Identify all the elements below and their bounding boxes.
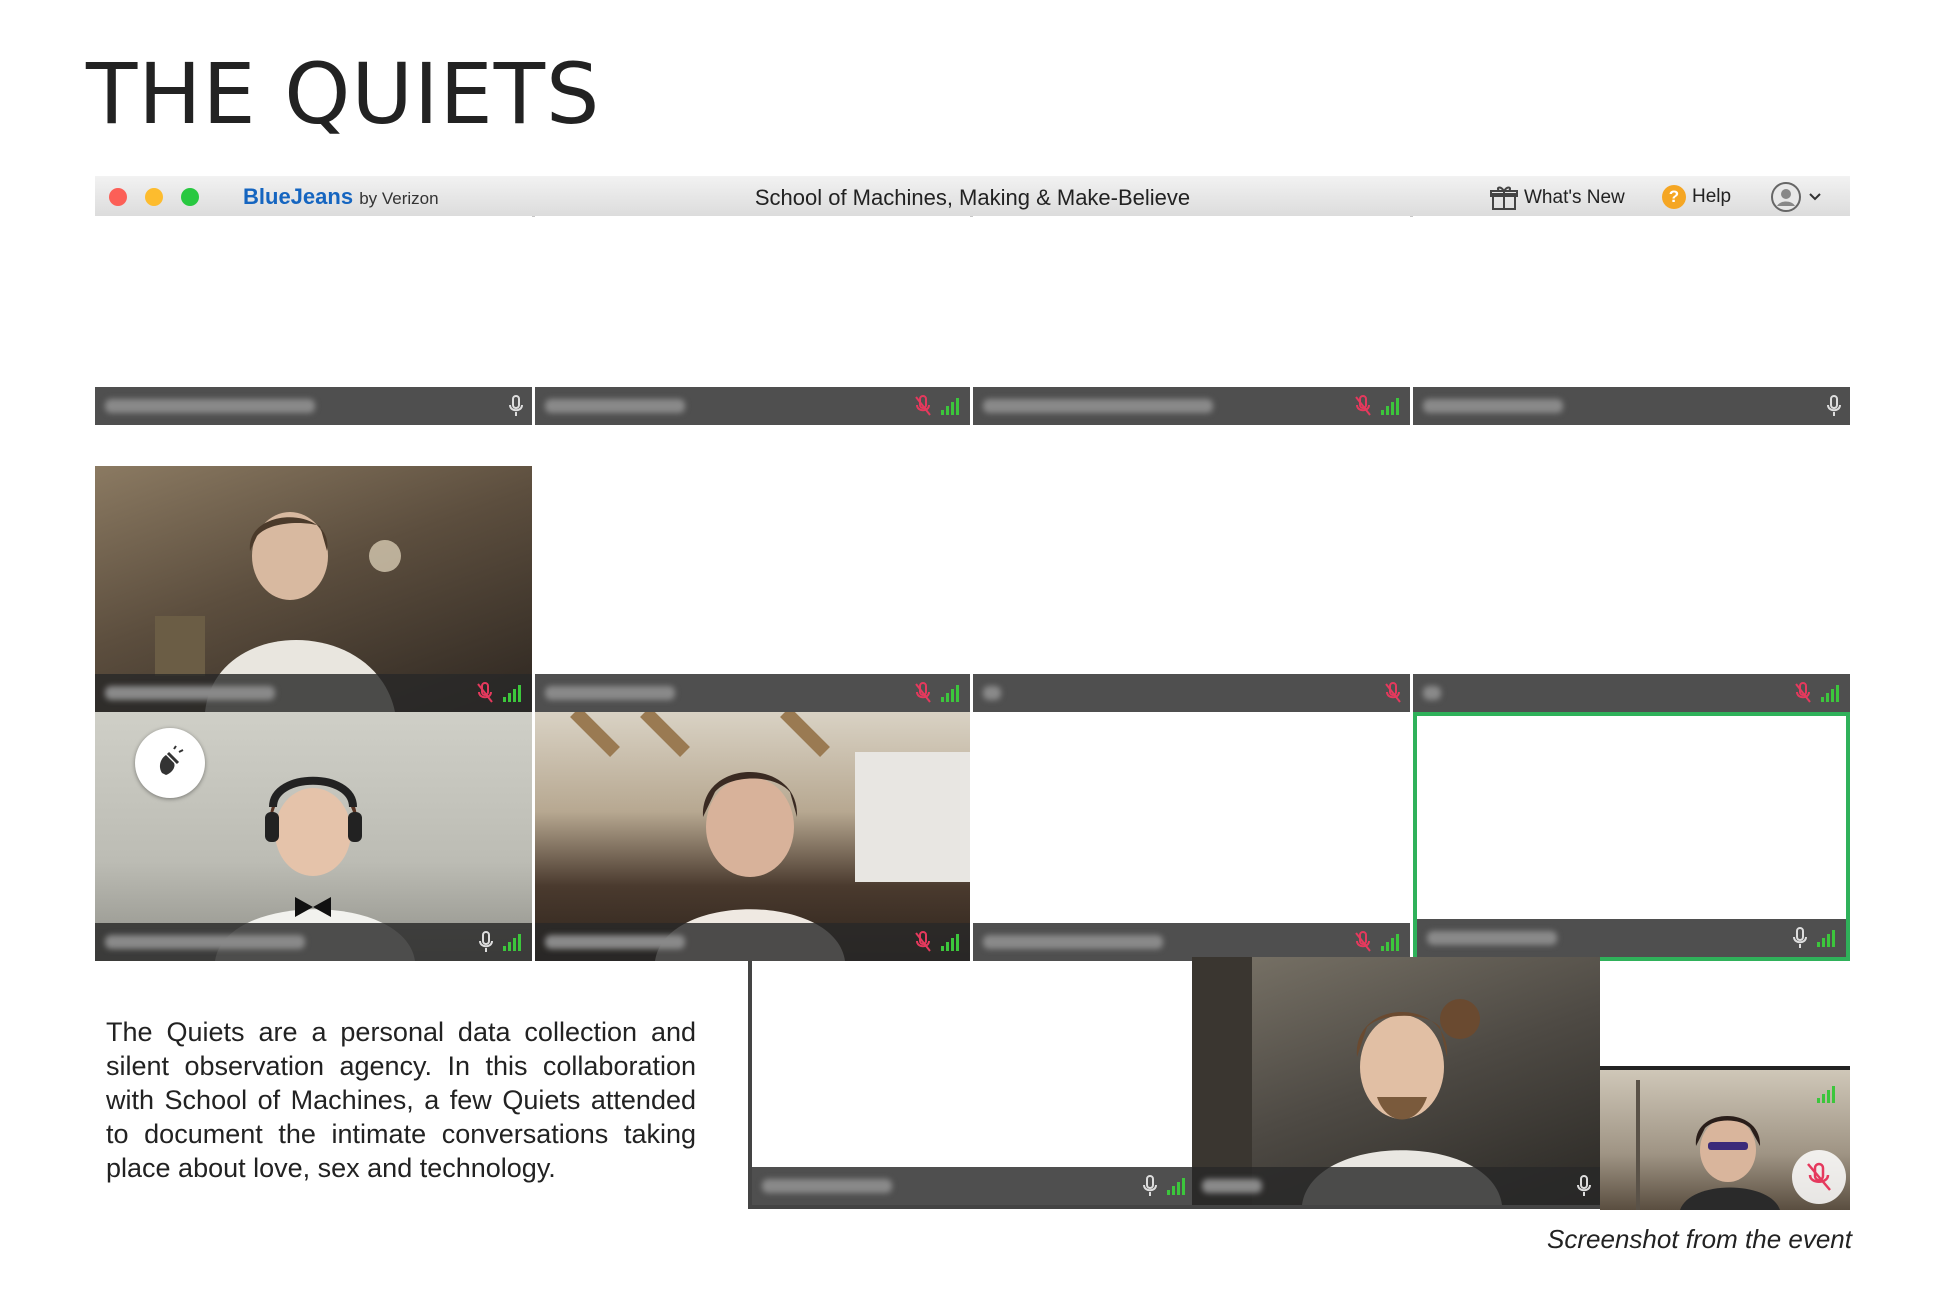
participant-bar xyxy=(1192,1167,1600,1205)
participant-name-redacted xyxy=(1423,399,1563,413)
mic-muted-icon xyxy=(1354,395,1372,422)
participant-name-redacted xyxy=(1423,686,1441,700)
signal-strength-icon xyxy=(1380,932,1402,957)
participant-name-redacted xyxy=(105,399,315,413)
signal-strength-icon xyxy=(1380,396,1402,421)
participant-name-redacted xyxy=(983,686,1001,700)
active-speaker-tile[interactable] xyxy=(1413,712,1850,961)
chevron-down-icon xyxy=(1809,193,1821,201)
signal-strength-icon xyxy=(1816,928,1838,953)
whats-new-label: What's New xyxy=(1524,187,1625,208)
signal-strength-icon xyxy=(940,932,962,957)
participant-bar xyxy=(973,923,1410,961)
whats-new-button[interactable]: What's New xyxy=(1490,185,1625,211)
self-mute-button[interactable] xyxy=(1792,1150,1846,1204)
mic-icon xyxy=(1576,1175,1592,1202)
participant-bar xyxy=(1413,387,1850,425)
mic-icon xyxy=(1826,395,1842,422)
participant-tile[interactable] xyxy=(535,466,970,712)
participant-video-tile[interactable] xyxy=(535,712,970,961)
participant-bar xyxy=(95,387,532,425)
mic-icon xyxy=(478,931,494,958)
signal-strength-icon xyxy=(1166,1176,1188,1201)
participant-video-tile[interactable] xyxy=(95,466,532,712)
participant-name-redacted xyxy=(105,935,305,949)
participant-name-redacted xyxy=(105,686,275,700)
participant-tile[interactable] xyxy=(973,466,1410,712)
participant-tile[interactable] xyxy=(535,216,970,425)
participant-name-redacted xyxy=(983,935,1163,949)
page-title: THE QUIETS xyxy=(86,45,601,143)
description-paragraph: The Quiets are a personal data collectio… xyxy=(106,1017,696,1183)
participant-bar xyxy=(95,674,532,712)
participant-bar xyxy=(1417,919,1846,957)
mic-muted-icon xyxy=(476,682,494,709)
participant-name-redacted xyxy=(545,935,685,949)
participant-tile[interactable] xyxy=(1413,216,1850,425)
signal-strength-icon xyxy=(940,683,962,708)
participant-bar xyxy=(535,387,970,425)
self-view-tile[interactable] xyxy=(1600,1066,1850,1210)
mic-muted-icon xyxy=(1384,682,1402,709)
participant-bar xyxy=(752,1167,1196,1205)
participant-name-redacted xyxy=(545,399,685,413)
avatar-icon xyxy=(1771,182,1801,212)
participant-name-redacted xyxy=(545,686,675,700)
help-icon: ? xyxy=(1662,185,1686,209)
participant-bar xyxy=(535,674,970,712)
participant-name-redacted xyxy=(983,399,1213,413)
signal-strength-icon xyxy=(1820,683,1842,708)
help-label: Help xyxy=(1692,186,1732,207)
participant-name-redacted xyxy=(1427,931,1557,945)
participant-video-tile[interactable] xyxy=(1192,957,1600,1209)
gift-icon xyxy=(1490,186,1518,210)
mic-muted-icon xyxy=(914,395,932,422)
participant-tile[interactable] xyxy=(973,712,1410,961)
mic-muted-icon xyxy=(914,682,932,709)
mic-muted-icon xyxy=(1807,1162,1831,1191)
mic-muted-icon xyxy=(1794,682,1812,709)
raise-hand-button[interactable] xyxy=(135,728,205,798)
participant-bar xyxy=(95,923,532,961)
participant-bar xyxy=(973,387,1410,425)
mic-icon xyxy=(1792,927,1808,954)
participant-name-redacted xyxy=(1202,1179,1262,1193)
participant-bar xyxy=(535,923,970,961)
participant-tile[interactable] xyxy=(748,961,1196,1209)
signal-strength-icon xyxy=(502,683,524,708)
mic-muted-icon xyxy=(914,931,932,958)
participant-video-tile[interactable] xyxy=(95,712,532,961)
participant-name-redacted xyxy=(762,1179,892,1193)
title-bar: BlueJeans by Verizon School of Machines,… xyxy=(95,176,1850,217)
signal-strength-icon xyxy=(940,396,962,421)
video-call-window: BlueJeans by Verizon School of Machines,… xyxy=(95,176,1850,961)
participant-tile[interactable] xyxy=(973,216,1410,425)
participant-tile[interactable] xyxy=(95,216,532,425)
signal-strength-icon xyxy=(1816,1084,1838,1109)
signal-strength-icon xyxy=(502,932,524,957)
participant-tile[interactable] xyxy=(1413,466,1850,712)
participant-bar xyxy=(1413,674,1850,712)
mic-icon xyxy=(508,395,524,422)
mic-icon xyxy=(1142,1175,1158,1202)
participant-bar xyxy=(973,674,1410,712)
account-menu[interactable] xyxy=(1770,181,1822,213)
image-credit: Screenshot from the event xyxy=(1547,1224,1852,1254)
mic-muted-icon xyxy=(1354,931,1372,958)
clapping-hands-icon xyxy=(159,745,184,775)
help-button[interactable]: ? Help xyxy=(1662,185,1731,209)
